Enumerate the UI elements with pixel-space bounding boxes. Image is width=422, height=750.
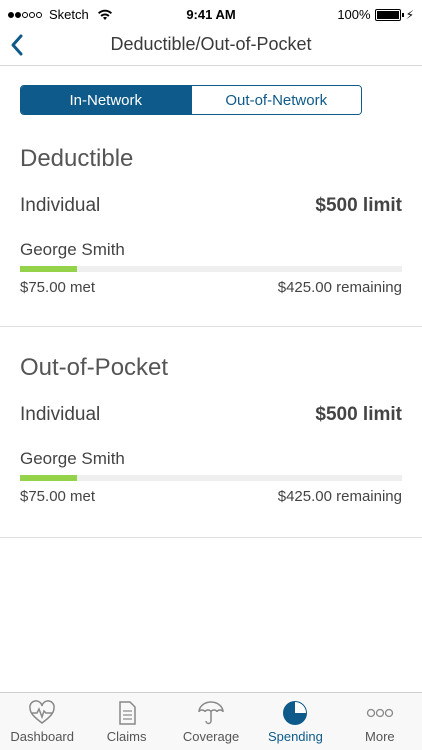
remaining-amount: $425.00 remaining	[277, 279, 402, 296]
heart-pulse-icon	[29, 700, 55, 724]
out-of-pocket-section: Out-of-Pocket Individual $500 limit Geor…	[0, 327, 422, 538]
amounts-row: $75.00 met $425.00 remaining	[20, 488, 402, 505]
tab-out-of-network[interactable]: Out-of-Network	[190, 86, 361, 114]
battery-icon	[374, 8, 404, 21]
status-bar: Sketch 9:41 AM 100% ⚡	[0, 0, 422, 30]
network-segmented-control: In-Network Out-of-Network	[20, 85, 362, 115]
progress-bar	[20, 475, 402, 481]
umbrella-icon	[198, 701, 224, 725]
document-icon	[118, 701, 136, 725]
deductible-section: Deductible Individual $500 limit George …	[0, 126, 422, 327]
tab-spending[interactable]: Spending	[253, 693, 337, 750]
tab-label: Dashboard	[10, 729, 74, 744]
member-name: George Smith	[20, 240, 125, 259]
pie-chart-icon	[283, 701, 308, 725]
battery-group: 100% ⚡	[337, 7, 414, 22]
coverage-row: Individual $500 limit	[20, 195, 402, 217]
coverage-type: Individual	[20, 404, 101, 425]
page-title: Deductible/Out-of-Pocket	[110, 34, 312, 54]
tab-claims[interactable]: Claims	[84, 693, 168, 750]
tab-more[interactable]: More	[338, 693, 422, 750]
progress-fill	[20, 266, 78, 272]
progress-bar	[20, 266, 402, 272]
limit-amount: $500 limit	[315, 195, 402, 216]
tab-in-network[interactable]: In-Network	[21, 86, 191, 114]
tab-label: Claims	[106, 729, 147, 744]
met-amount: $75.00 met	[20, 488, 96, 505]
limit-amount: $500 limit	[315, 404, 402, 425]
tab-label: More	[365, 729, 395, 744]
coverage-type: Individual	[20, 195, 101, 216]
navigation-bar: Deductible/Out-of-Pocket	[0, 30, 422, 66]
remaining-amount: $425.00 remaining	[277, 488, 402, 505]
member-name: George Smith	[20, 449, 125, 468]
battery-percent: 100%	[337, 7, 371, 22]
amounts-row: $75.00 met $425.00 remaining	[20, 279, 402, 296]
tab-dashboard[interactable]: Dashboard	[0, 693, 84, 750]
met-amount: $75.00 met	[20, 279, 96, 296]
charging-icon: ⚡	[405, 7, 414, 22]
tab-label: Spending	[267, 729, 323, 744]
section-title: Out-of-Pocket	[20, 354, 169, 381]
tab-coverage[interactable]: Coverage	[169, 693, 253, 750]
more-dots-icon	[366, 708, 393, 718]
section-title: Deductible	[20, 145, 134, 172]
tab-label: Coverage	[182, 729, 240, 744]
bottom-tab-bar: Dashboard Claims Coverage Spending More	[0, 692, 422, 750]
coverage-row: Individual $500 limit	[20, 404, 402, 426]
progress-fill	[20, 475, 78, 481]
